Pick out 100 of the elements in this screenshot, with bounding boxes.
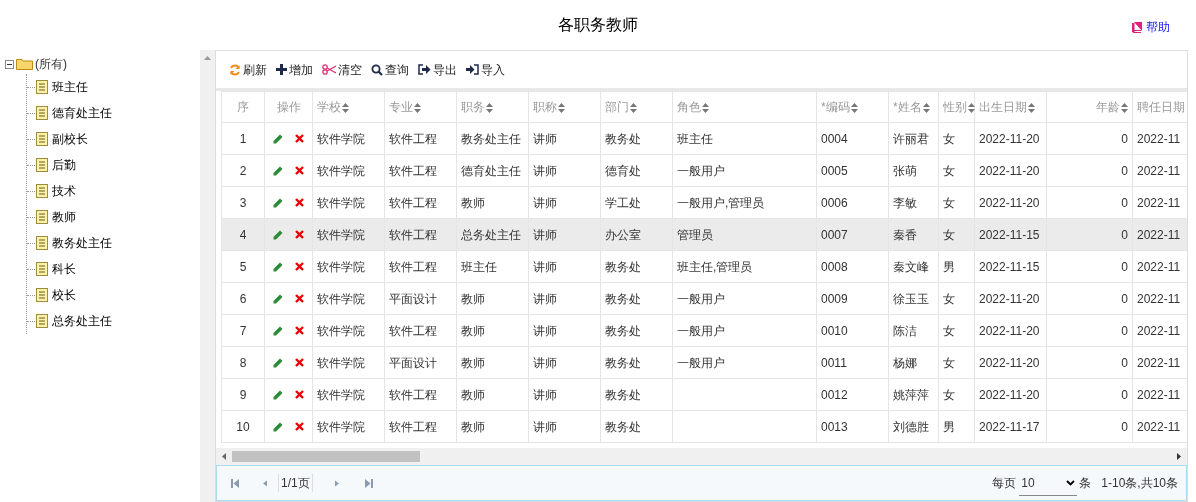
next-page-icon[interactable] bbox=[332, 478, 341, 488]
table-cell: 女 bbox=[943, 323, 955, 338]
pencil-icon[interactable] bbox=[273, 197, 283, 208]
table-cell: 2022-11 bbox=[1137, 387, 1181, 402]
delete-icon[interactable] bbox=[295, 230, 304, 239]
table-cell: 一般用户,管理员 bbox=[677, 195, 765, 210]
table-cell: 讲师 bbox=[533, 323, 557, 338]
table-cell: 2022-11-20 bbox=[979, 131, 1040, 146]
delete-icon[interactable] bbox=[295, 422, 304, 431]
table-cell: 0011 bbox=[821, 355, 847, 370]
tree-item[interactable]: 教师 bbox=[52, 208, 76, 226]
table-cell: 10 bbox=[236, 419, 250, 434]
pencil-icon[interactable] bbox=[273, 325, 283, 336]
table-cell: 2022-11-15 bbox=[979, 259, 1040, 274]
toolbar-button[interactable]: 增加 bbox=[276, 60, 313, 79]
chevron-down-icon bbox=[1066, 479, 1076, 486]
table-row[interactable]: 8 软件学院 平面设计 教师 讲师 教务处 一般用户 0011 杨娜 女 2022-11-20 0 2022-11 bbox=[221, 346, 1187, 379]
previous-page-icon[interactable] bbox=[261, 478, 269, 488]
tree-item[interactable]: 教务处主任 bbox=[52, 234, 112, 252]
table-cell: 教务处 bbox=[605, 323, 641, 338]
table-cell: 学工处 bbox=[605, 195, 641, 210]
toolbar-button[interactable]: 查询 bbox=[371, 60, 409, 79]
toolbar-button[interactable]: 导出 bbox=[418, 60, 457, 79]
delete-icon[interactable] bbox=[295, 390, 304, 399]
table-cell: 2022-11 bbox=[1137, 323, 1181, 338]
table-cell: 总务处主任 bbox=[461, 227, 521, 242]
last-page-icon[interactable] bbox=[364, 478, 373, 488]
table-cell: 班主任 bbox=[677, 131, 713, 146]
tree-item[interactable]: 副校长 bbox=[52, 130, 88, 148]
book-icon bbox=[1132, 21, 1142, 33]
help-link[interactable]: 帮助 bbox=[1132, 18, 1170, 36]
scrollbar-thumb[interactable] bbox=[232, 451, 420, 462]
pencil-icon[interactable] bbox=[273, 421, 283, 432]
table-cell: 软件工程 bbox=[389, 259, 437, 274]
delete-icon[interactable] bbox=[295, 166, 304, 175]
first-page-icon[interactable] bbox=[231, 478, 239, 488]
sort-icon bbox=[702, 102, 709, 113]
delete-icon[interactable] bbox=[295, 198, 304, 207]
table-row[interactable]: 2 软件学院 软件工程 德育处主任 讲师 德育处 一般用户 0005 张萌 女 2022-11-20 0 2022-11 bbox=[221, 154, 1187, 187]
table-cell: 女 bbox=[943, 227, 955, 242]
delete-icon[interactable] bbox=[295, 358, 304, 367]
page-size-select[interactable]: 10 bbox=[1019, 470, 1078, 496]
document-icon bbox=[36, 132, 48, 146]
tree-item[interactable]: 技术 bbox=[52, 182, 76, 200]
table-cell: 一般用户 bbox=[677, 291, 725, 306]
table-row[interactable]: 7 软件学院 软件工程 教师 讲师 教务处 一般用户 0010 陈洁 女 2022-11-20 0 2022-11 bbox=[221, 314, 1187, 347]
delete-icon[interactable] bbox=[295, 294, 304, 303]
table-cell: 德育处 bbox=[605, 163, 641, 178]
table-cell: 0004 bbox=[821, 131, 848, 146]
table-row[interactable]: 5 软件学院 软件工程 班主任 讲师 教务处 班主任,管理员 0008 秦文峰 男 2022-11-15 0 2022-11 bbox=[221, 250, 1187, 283]
scroll-up-icon[interactable] bbox=[204, 56, 211, 60]
table-cell: 软件工程 bbox=[389, 227, 437, 242]
document-icon bbox=[36, 288, 48, 302]
pencil-icon[interactable] bbox=[273, 293, 283, 304]
table-cell: 秦香 bbox=[893, 227, 917, 242]
tree-item[interactable]: 德育处主任 bbox=[52, 104, 112, 122]
tree-item[interactable]: 后勤 bbox=[52, 156, 76, 174]
table-cell: 讲师 bbox=[533, 163, 557, 178]
sort-icon bbox=[486, 102, 493, 113]
toolbar-button[interactable]: 导入 bbox=[466, 60, 505, 79]
sort-icon bbox=[968, 102, 975, 113]
pencil-icon[interactable] bbox=[273, 261, 283, 272]
table-cell: 讲师 bbox=[533, 355, 557, 370]
pencil-icon[interactable] bbox=[273, 165, 283, 176]
pencil-icon[interactable] bbox=[273, 357, 283, 368]
table-cell: 2022-11 bbox=[1137, 131, 1181, 146]
scroll-right-icon[interactable] bbox=[1177, 453, 1181, 460]
table-row[interactable]: 1 软件学院 软件工程 教务处主任 讲师 教务处 班主任 0004 许丽君 女 2022-11-20 0 2022-11 bbox=[221, 122, 1187, 155]
table-cell: 0012 bbox=[821, 387, 848, 402]
scroll-left-icon[interactable] bbox=[222, 453, 226, 460]
delete-icon[interactable] bbox=[295, 326, 304, 335]
table-row[interactable]: 10 软件学院 软件工程 教师 讲师 教务处 0013 刘德胜 男 2022-11-17 0 2022-11 bbox=[221, 410, 1187, 443]
table-cell: 2022-11-20 bbox=[979, 163, 1040, 178]
table-cell: 刘德胜 bbox=[893, 419, 929, 434]
table-row[interactable]: 3 软件学院 软件工程 教师 讲师 学工处 一般用户,管理员 0006 李敏 女 2022-11-20 0 2022-11 bbox=[221, 186, 1187, 219]
tree-root-label[interactable]: (所有) bbox=[35, 55, 67, 73]
table-row[interactable]: 9 软件学院 软件工程 教师 讲师 教务处 0012 姚萍萍 女 2022-11-20 0 2022-11 bbox=[221, 378, 1187, 411]
collapse-icon[interactable] bbox=[5, 59, 14, 69]
tree-item[interactable]: 总务处主任 bbox=[52, 312, 112, 330]
table-cell: 软件学院 bbox=[317, 227, 365, 242]
table-row[interactable]: 6 软件学院 平面设计 教师 讲师 教务处 一般用户 0009 徐玉玉 女 2022-11-20 0 2022-11 bbox=[221, 282, 1187, 315]
table-cell: 0 bbox=[1121, 387, 1128, 402]
tree-item[interactable]: 校长 bbox=[52, 286, 76, 304]
sort-icon bbox=[1121, 102, 1128, 113]
table-cell: 软件学院 bbox=[317, 387, 365, 402]
delete-icon[interactable] bbox=[295, 134, 304, 143]
tree-item[interactable]: 科长 bbox=[52, 260, 76, 278]
delete-icon[interactable] bbox=[295, 262, 304, 271]
pencil-icon[interactable] bbox=[273, 133, 283, 144]
table-cell: 软件学院 bbox=[317, 355, 365, 370]
pencil-icon[interactable] bbox=[273, 229, 283, 240]
pencil-icon[interactable] bbox=[273, 389, 283, 400]
table-cell: 讲师 bbox=[533, 419, 557, 434]
toolbar-button[interactable]: 清空 bbox=[322, 60, 362, 79]
table-cell: 软件学院 bbox=[317, 195, 365, 210]
toolbar-button[interactable]: 刷新 bbox=[229, 60, 267, 79]
table-row[interactable]: 4 软件学院 软件工程 总务处主任 讲师 办公室 管理员 0007 秦香 女 2022-11-15 0 2022-11 bbox=[221, 218, 1187, 251]
folder-icon bbox=[16, 58, 33, 70]
tree-item[interactable]: 班主任 bbox=[52, 78, 88, 96]
table-cell: 姚萍萍 bbox=[893, 387, 929, 402]
